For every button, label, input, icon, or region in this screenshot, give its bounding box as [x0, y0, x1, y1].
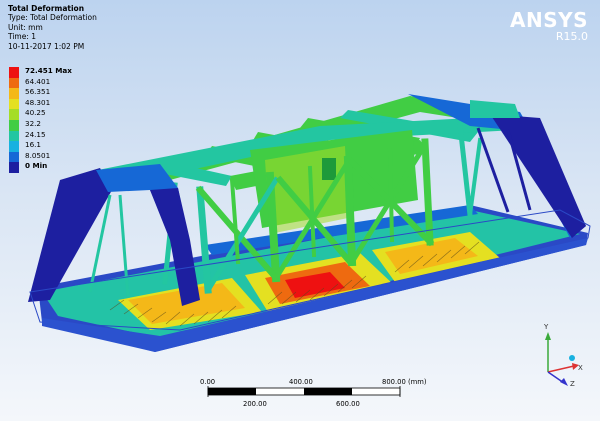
scale-tick-400: 400.00 — [289, 378, 313, 386]
scale-tick-800: 800.00 (mm) — [382, 378, 427, 386]
portal-gusset — [322, 158, 336, 180]
right-end-cap — [470, 100, 520, 118]
triad-y-label: Y — [544, 323, 549, 331]
truss-bridge-model[interactable] — [0, 0, 600, 421]
coordinate-triad[interactable]: Y X Z — [530, 320, 590, 390]
scale-tick-200: 200.00 — [243, 400, 267, 408]
graphics-viewport[interactable]: Total Deformation Type: Total Deformatio… — [0, 0, 600, 421]
scale-tick-600: 600.00 — [336, 400, 360, 408]
triad-z-label: Z — [570, 380, 575, 388]
triad-axes-icon — [545, 332, 579, 386]
triad-x-label: X — [578, 364, 583, 372]
scale-tick-0: 0.00 — [200, 378, 216, 386]
